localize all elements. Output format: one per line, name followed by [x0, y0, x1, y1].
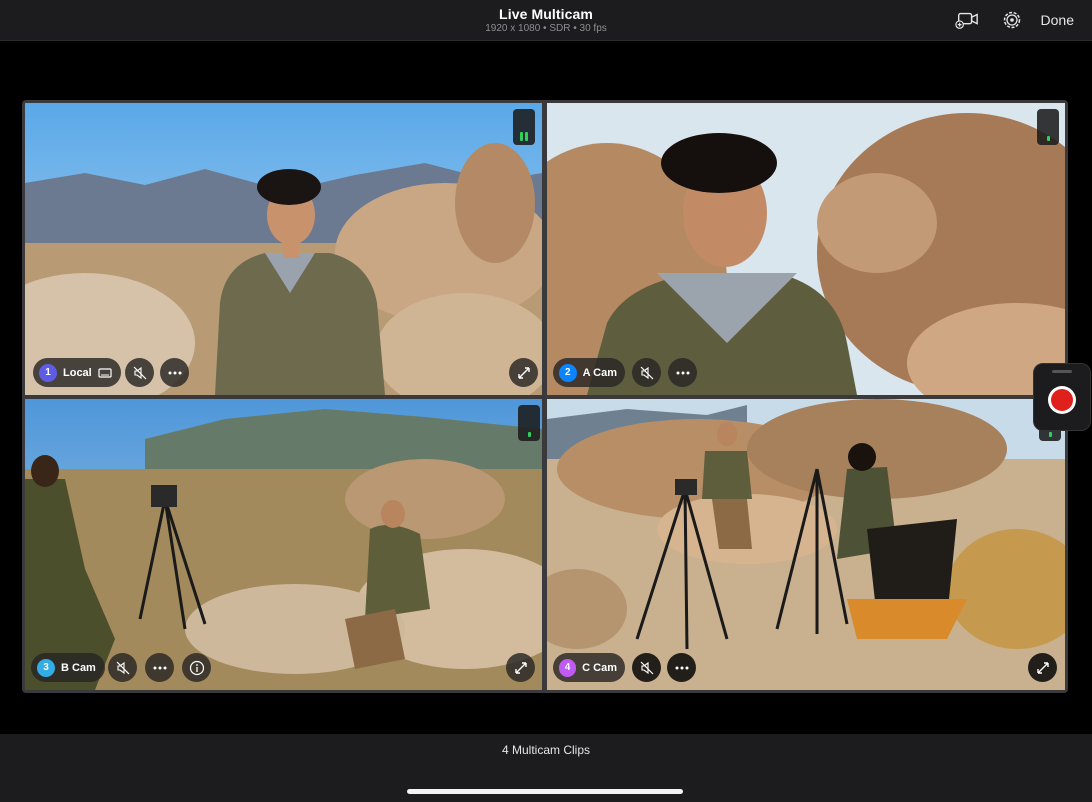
- info-button[interactable]: [182, 653, 211, 682]
- expand-arrows-icon: [514, 661, 527, 674]
- mute-button[interactable]: [125, 358, 154, 387]
- gear-icon[interactable]: [1000, 9, 1024, 31]
- camera-label-pill[interactable]: 4 C Cam: [553, 653, 625, 682]
- camera-label-pill[interactable]: 1 Local: [33, 358, 121, 387]
- info-icon: [189, 660, 204, 675]
- camera-number-badge: 3: [37, 658, 55, 677]
- camera-feed-c-cam: [547, 399, 1065, 690]
- camera-number-badge: 4: [559, 658, 577, 677]
- camera-tile-4[interactable]: 4 C Cam: [547, 399, 1065, 690]
- camera-feed-a-cam: [547, 103, 1065, 395]
- bottom-bar: 4 Multicam Clips: [0, 734, 1092, 802]
- ellipsis-icon: [153, 666, 166, 669]
- audio-meter: [513, 109, 535, 145]
- more-button[interactable]: [668, 358, 697, 387]
- page-title: Live Multicam: [499, 6, 593, 22]
- camera-number-badge: 1: [39, 363, 57, 382]
- speaker-muted-icon: [116, 661, 129, 674]
- mute-button[interactable]: [632, 653, 661, 682]
- camera-tile-1[interactable]: 1 Local: [25, 103, 542, 395]
- camera-feed-b-cam: [25, 399, 542, 690]
- more-button[interactable]: [667, 653, 696, 682]
- camera-name: A Cam: [582, 366, 617, 379]
- multicam-grid: 1 Local 2 A Cam 3 B Cam 4 C Cam: [22, 100, 1068, 693]
- record-button[interactable]: [1048, 386, 1076, 414]
- expand-arrows-icon: [1036, 661, 1049, 674]
- camera-tile-2[interactable]: 2 A Cam: [547, 103, 1065, 395]
- camera-label-pill[interactable]: 2 A Cam: [553, 358, 625, 387]
- camera-label-pill[interactable]: 3 B Cam: [31, 653, 105, 682]
- drag-handle[interactable]: [1052, 370, 1072, 373]
- mute-button[interactable]: [108, 653, 137, 682]
- camera-name: Local: [63, 366, 92, 379]
- more-button[interactable]: [160, 358, 189, 387]
- ellipsis-icon: [168, 371, 181, 374]
- camera-plus-icon[interactable]: [955, 9, 979, 31]
- speaker-muted-icon: [133, 366, 146, 379]
- camera-name: B Cam: [61, 661, 96, 674]
- camera-tile-3[interactable]: 3 B Cam: [25, 399, 542, 690]
- top-bar: Live Multicam 1920 x 1080 • SDR • 30 fps…: [0, 0, 1092, 41]
- speaker-muted-icon: [640, 661, 653, 674]
- expand-button[interactable]: [509, 358, 538, 387]
- ellipsis-icon: [676, 371, 689, 374]
- record-dot-icon: [1051, 389, 1073, 411]
- camera-feed-local: [25, 103, 542, 395]
- camera-number-badge: 2: [559, 363, 577, 382]
- done-button[interactable]: Done: [1041, 12, 1074, 28]
- mute-button[interactable]: [632, 358, 661, 387]
- audio-meter: [1037, 109, 1059, 145]
- screen-icon: [98, 367, 112, 378]
- format-subtitle: 1920 x 1080 • SDR • 30 fps: [485, 23, 607, 34]
- clip-count-label: 4 Multicam Clips: [501, 743, 591, 757]
- record-panel: [1033, 363, 1091, 431]
- ellipsis-icon: [675, 666, 688, 669]
- audio-meter: [518, 405, 540, 441]
- home-indicator[interactable]: [407, 789, 683, 794]
- expand-button[interactable]: [506, 653, 535, 682]
- camera-name: C Cam: [582, 661, 617, 674]
- expand-button[interactable]: [1028, 653, 1057, 682]
- more-button[interactable]: [145, 653, 174, 682]
- expand-arrows-icon: [517, 366, 530, 379]
- speaker-muted-icon: [640, 366, 653, 379]
